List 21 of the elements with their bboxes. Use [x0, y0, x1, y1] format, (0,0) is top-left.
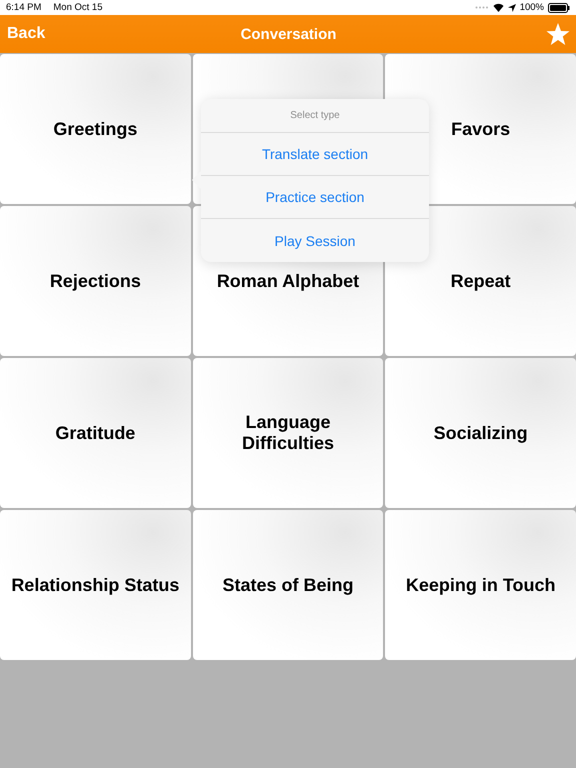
- wifi-icon: [492, 3, 504, 12]
- category-tile[interactable]: Repeat: [385, 206, 576, 356]
- category-tile[interactable]: Socializing: [385, 358, 576, 508]
- category-tile[interactable]: Language Difficulties: [192, 358, 384, 508]
- nav-title: Conversation: [240, 26, 336, 42]
- category-tile[interactable]: Greetings: [0, 54, 191, 204]
- status-date: Mon Oct 15: [53, 2, 102, 13]
- category-tile[interactable]: Rejections: [0, 206, 191, 356]
- category-tile[interactable]: States of Being: [192, 510, 384, 660]
- category-tile[interactable]: Relationship Status: [0, 510, 191, 660]
- status-time: 6:14 PM: [6, 2, 42, 13]
- category-tile[interactable]: Keeping in Touch: [385, 510, 576, 660]
- category-tile[interactable]: Gratitude: [0, 358, 191, 508]
- popover-title: Select type: [201, 99, 429, 133]
- popover-option[interactable]: Practice section: [201, 176, 429, 219]
- battery-percent: 100%: [520, 2, 544, 13]
- location-arrow-icon: [508, 4, 516, 12]
- popover-option[interactable]: Translate section: [201, 133, 429, 176]
- battery-icon: [548, 2, 570, 12]
- signal-icon: [474, 6, 489, 9]
- star-icon[interactable]: [546, 22, 570, 46]
